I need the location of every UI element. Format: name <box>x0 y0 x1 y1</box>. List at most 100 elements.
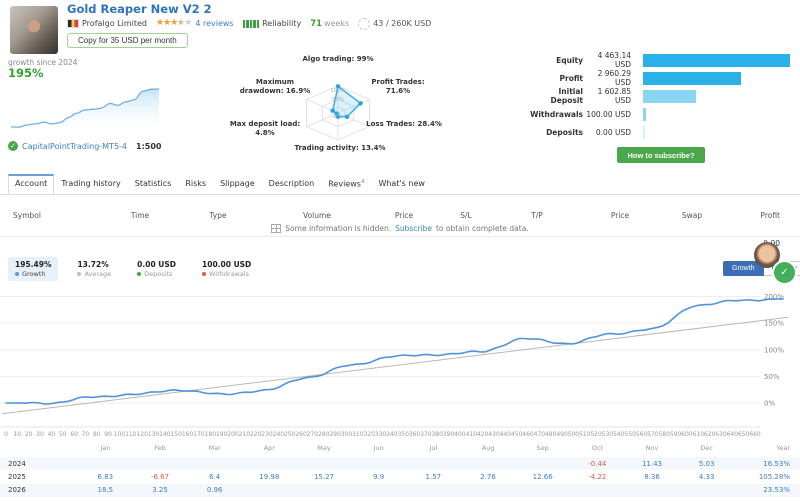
strip-item-deposits[interactable]: 0.00 USD Deposits <box>130 257 183 281</box>
chat-widget-badge[interactable]: ✓ <box>772 260 797 285</box>
reviews-link[interactable]: 4 reviews <box>195 19 233 28</box>
x-tick: 140 <box>159 431 171 438</box>
tab-risks[interactable]: Risks <box>178 174 213 195</box>
year-total-cell: 105.28% <box>758 472 790 481</box>
stat-label: Deposits <box>546 127 583 137</box>
x-tick: 280 <box>318 431 330 438</box>
month-cell: 8.36 <box>644 472 660 481</box>
x-tick: 100 <box>113 431 126 438</box>
month-cell: -0.44 <box>588 459 607 468</box>
x-tick: 510 <box>579 431 591 438</box>
tab-what-s-new[interactable]: What's new <box>371 174 431 195</box>
account-name-link[interactable]: CapitalPointTrading-MT5-4 <box>22 142 127 151</box>
radar-label-line: Max deposit load: <box>229 120 301 128</box>
tab-label: Risks <box>185 179 207 188</box>
month-label: Sep <box>536 444 549 452</box>
year-column-label: Year <box>776 444 790 452</box>
stat-label: Withdrawals <box>530 109 583 119</box>
copy-signal-button[interactable]: Copy for 35 USD per month <box>67 33 188 48</box>
orders-column-5: S/L <box>460 211 472 220</box>
orders-header-row: Symbol Time Type Volume Price S/L T/P Price Swap… <box>0 211 800 222</box>
stat-row-deposits: Deposits 0.00 USD <box>530 124 798 140</box>
month-cell: 6.4 <box>209 472 221 481</box>
x-tick: 610 <box>692 431 705 438</box>
x-tick: 460 <box>522 431 534 438</box>
tab-label: Statistics <box>134 179 172 188</box>
stat-row-equity: Equity 4 463.14 USD <box>530 51 798 69</box>
x-tick: 200 <box>227 431 239 438</box>
author-avatar[interactable] <box>10 6 58 54</box>
tab-label: Slippage <box>220 179 255 188</box>
strip-dot <box>137 272 142 276</box>
tab-statistics[interactable]: Statistics <box>128 174 179 195</box>
x-tick: 40 <box>47 431 56 438</box>
tab-trading-history[interactable]: Trading history <box>54 174 127 195</box>
x-tick: 150 <box>170 431 182 438</box>
orders-column-6: T/P <box>531 211 543 220</box>
radar-label-4: Max deposit load: 4.8% <box>230 120 300 137</box>
x-tick: 160 <box>181 431 194 438</box>
x-tick: 550 <box>624 431 636 438</box>
hidden-info-icon <box>271 224 282 233</box>
x-tick: 70 <box>81 431 90 438</box>
x-tick: 520 <box>590 431 602 438</box>
mini-growth-chart <box>11 88 160 130</box>
x-tick: 340 <box>386 431 398 438</box>
year-total-cell: 23.53% <box>763 486 790 495</box>
how-to-subscribe-button[interactable]: How to subscribe? <box>617 147 705 163</box>
stat-bar <box>643 89 696 103</box>
month-label: Apr <box>263 444 275 452</box>
radar-label-line: Algo trading: 99% <box>302 55 374 63</box>
tab-label: Reviews <box>328 179 361 189</box>
leverage-value: 1:500 <box>136 142 162 151</box>
strip-item-withdrawals[interactable]: 100.00 USD Withdrawals <box>195 257 258 281</box>
stat-bar <box>643 125 645 139</box>
subscribe-link[interactable]: Subscribe <box>395 224 432 233</box>
radar-label-line2: 4.8% <box>255 128 275 137</box>
signal-meta: Profalgo Limited ★★★★★★★★★★ 4 reviews Re… <box>67 17 432 30</box>
month-cell: -4.22 <box>588 472 607 481</box>
x-tick: 250 <box>283 431 296 438</box>
x-tick: 80 <box>92 431 101 438</box>
month-cell: 3.25 <box>152 486 168 495</box>
month-cell: 0.96 <box>206 486 223 495</box>
table-row-2026: 2026 18.5 3.25 0.96 23.53% <box>0 483 800 497</box>
tab-slippage[interactable]: Slippage <box>213 174 262 195</box>
tab-description[interactable]: Description <box>262 174 322 195</box>
strip-value: 13.72% <box>77 260 109 269</box>
signal-page: Gold Reaper New V2 2 Profalgo Limited ★★… <box>0 0 800 501</box>
table-row-2025: 2025 6.83 -6.67 6.4 19.98 15.27 9.9 1.57 2.76 12.… <box>0 470 800 483</box>
year-cell: 2024 <box>8 459 26 468</box>
month-label: Nov <box>645 444 659 452</box>
x-tick: 30 <box>36 431 44 438</box>
hidden-info-text: Some information is hidden. <box>285 224 392 233</box>
x-tick: 570 <box>647 431 659 438</box>
author-name[interactable]: Profalgo Limited <box>82 19 147 28</box>
x-tick: 260 <box>295 431 307 438</box>
radar-label-line2: 71.6% <box>385 86 411 95</box>
strip-item-average[interactable]: 13.72% Average <box>70 257 118 281</box>
tab-reviews[interactable]: Reviews4 <box>321 174 371 195</box>
radar-chart: Algo trading: 99% Profit Trades: 71.6% Loss… <box>230 52 480 160</box>
x-tick: 390 <box>442 431 455 438</box>
orders-column-0: Symbol <box>13 211 41 220</box>
month-cell: 1.57 <box>425 472 442 481</box>
tab-account[interactable]: Account <box>8 174 55 195</box>
x-tick: 230 <box>261 431 273 438</box>
stat-value: 100.00 USD <box>586 109 631 119</box>
year-cell: 2025 <box>8 472 26 481</box>
account-verified-icon: ✓ <box>8 141 18 151</box>
strip-item-growth[interactable]: 195.49% Growth <box>8 257 59 281</box>
x-tick: 180 <box>204 431 217 438</box>
month-cell: 11.43 <box>641 459 663 468</box>
y-axis-label: 50% <box>764 373 780 381</box>
subscribers-stat: 43 / 260K USD <box>373 19 432 28</box>
account-stats: Equity 4 463.14 USD Profit 2 960.29 USD Init… <box>530 51 798 163</box>
strip-value: 100.00 USD <box>202 260 252 269</box>
weeks-value: 71 <box>310 18 323 29</box>
strip-value: 195.49% <box>15 260 52 269</box>
x-tick: 480 <box>544 431 557 438</box>
strip-label-row: Deposits <box>137 270 176 278</box>
orders-column-1: Time <box>130 211 150 220</box>
y-axis-label: 0% <box>764 400 775 408</box>
